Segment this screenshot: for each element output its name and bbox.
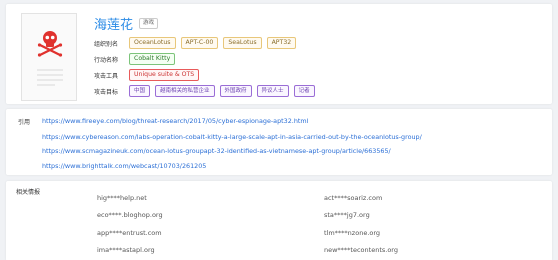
alias-tag[interactable]: APT32 — [266, 37, 297, 49]
aliases-row: 组织别名 OceanLotus APT-C-00 SeaLotus APT32 — [94, 37, 301, 49]
related-intel-card: 相关情报 hig****help.net eco****.bloghop.org… — [6, 181, 552, 260]
intel-domain: sta****jg7.org — [324, 211, 370, 219]
page-title: 海莲花 — [94, 17, 134, 33]
target-tag[interactable]: 记者 — [293, 85, 315, 97]
reference-link[interactable]: https://www.fireeye.com/blog/threat-rese… — [42, 117, 308, 125]
target-tag[interactable]: 中国 — [129, 85, 151, 97]
targets-row: 攻击目标 中国 越南相关的私营企业 外国政府 异议人士 记者 — [94, 85, 320, 97]
related-intel-label: 相关情报 — [16, 189, 41, 196]
intel-domain: hig****help.net — [97, 194, 147, 202]
tools-row: 攻击工具 Unique suite & OTS — [94, 69, 204, 81]
references-label: 引用 — [18, 119, 31, 126]
alias-tag[interactable]: APT-C-00 — [180, 37, 219, 49]
target-tag[interactable]: 异议人士 — [256, 85, 289, 97]
intel-domain: act****soariz.com — [324, 194, 383, 202]
targets-label: 攻击目标 — [94, 88, 119, 96]
skull-crossbones-document-icon — [21, 13, 77, 101]
reference-link[interactable]: https://www.cybereason.com/labs-operatio… — [42, 133, 422, 141]
intel-domain: tlm****nzone.org — [324, 229, 381, 237]
title-tag: 游戏 — [139, 17, 159, 29]
intel-domain: eco****.bloghop.org — [97, 211, 163, 219]
reference-link[interactable]: https://www.scmagazineuk.com/ocean-lotus… — [42, 147, 391, 155]
references-card: 引用 https://www.fireeye.com/blog/threat-r… — [6, 109, 552, 175]
target-tag[interactable]: 越南相关的私营企业 — [155, 85, 215, 97]
intel-domain: new****tecontents.org — [324, 246, 398, 254]
title-row: 海莲花 游戏 — [94, 14, 159, 33]
alias-tag[interactable]: OceanLotus — [129, 37, 176, 49]
tool-tag[interactable]: Unique suite & OTS — [129, 69, 200, 81]
target-tag[interactable]: 外国政府 — [219, 85, 252, 97]
actions-label: 行动名称 — [94, 56, 119, 64]
reference-link[interactable]: https://www.brighttalk.com/webcast/10703… — [42, 162, 206, 170]
threat-actor-profile-card: 海莲花 游戏 组织别名 OceanLotus APT-C-00 SeaLotus… — [6, 4, 552, 104]
action-tag[interactable]: Cobalt Kitty — [129, 53, 176, 65]
alias-tag[interactable]: SeaLotus — [223, 37, 262, 49]
intel-domain: ima****astapl.org — [97, 246, 155, 254]
actions-row: 行动名称 Cobalt Kitty — [94, 53, 180, 65]
aliases-label: 组织别名 — [94, 40, 119, 48]
tools-label: 攻击工具 — [94, 72, 119, 80]
intel-domain: app****entrust.com — [97, 229, 162, 237]
